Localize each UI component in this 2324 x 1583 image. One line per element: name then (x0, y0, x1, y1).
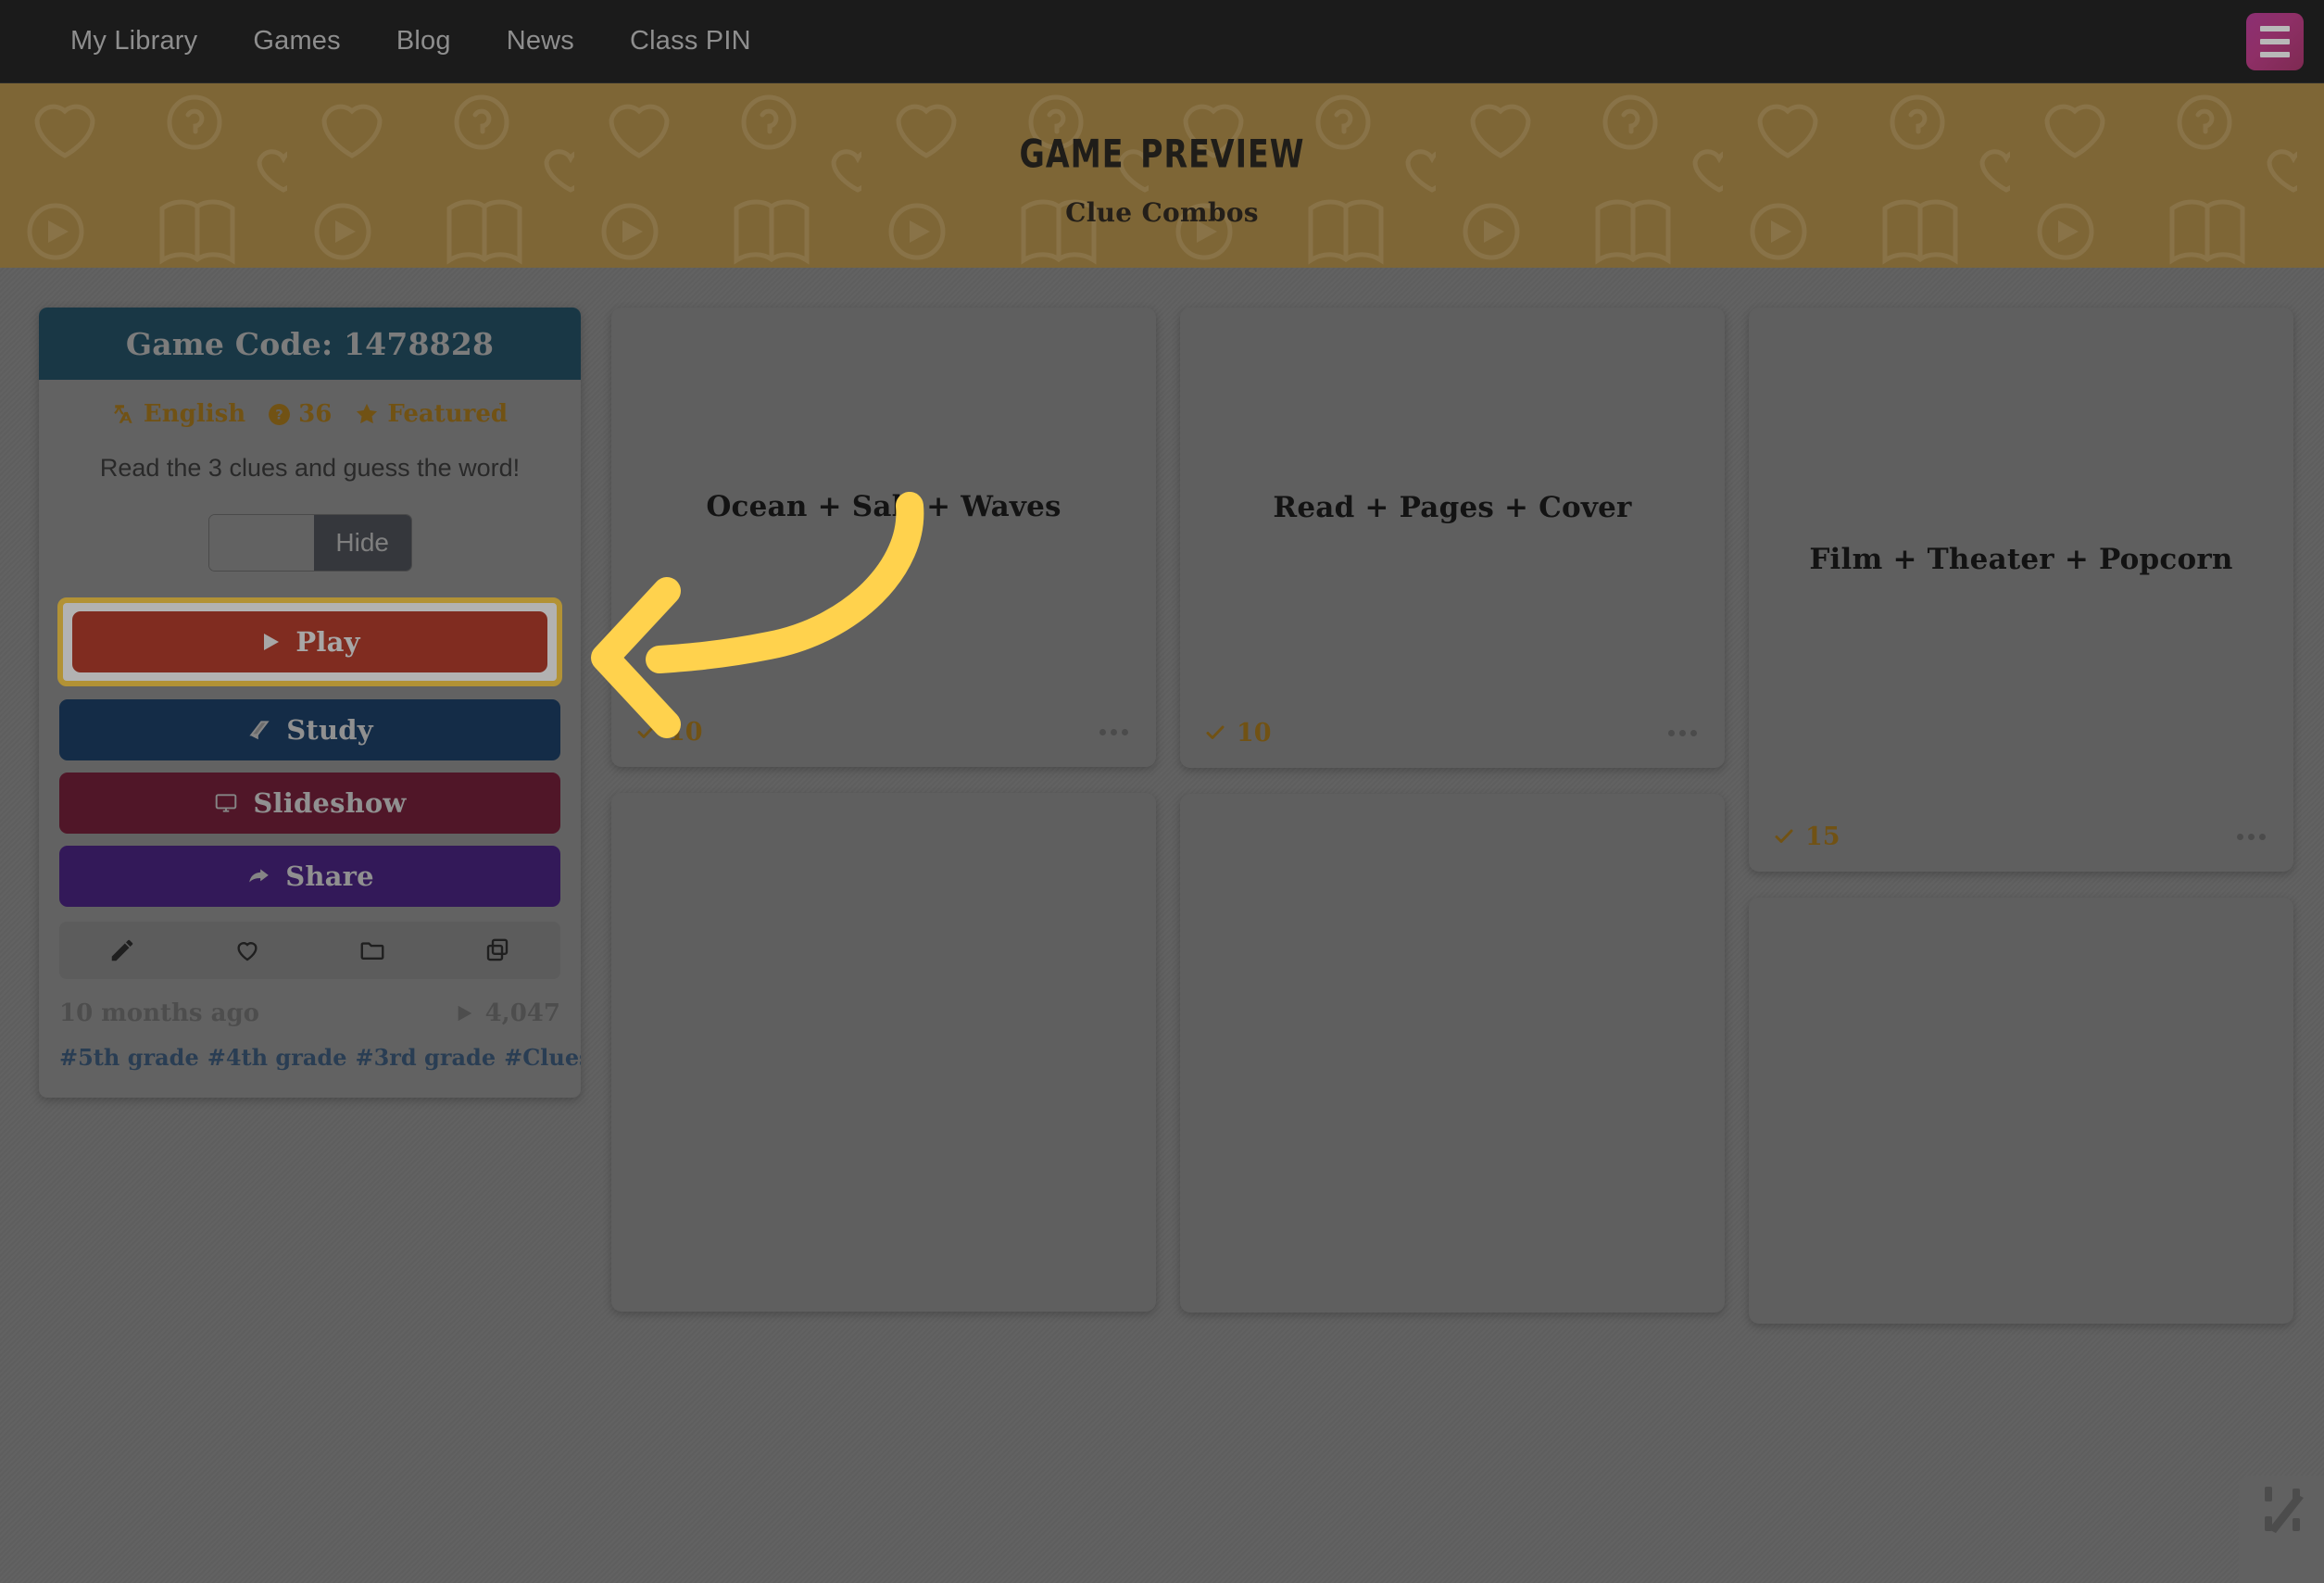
share-arrow-icon (245, 864, 271, 888)
game-stats-row: 10 months ago 4,047 (59, 999, 560, 1027)
folder-icon[interactable] (310, 936, 435, 964)
book-icon (246, 718, 272, 742)
game-card-title: Read + Pages + Cover (1273, 490, 1632, 524)
game-code-header: Game Code: 1478828 (39, 308, 581, 380)
star-icon (354, 401, 380, 427)
top-navigation-bar: My Library Games Blog News Class PIN (0, 0, 2324, 83)
partial-card-corner[interactable] (2239, 1476, 2324, 1583)
play-icon (259, 630, 282, 654)
game-card-title (611, 793, 1156, 1312)
nav-link-blog[interactable]: Blog (369, 26, 479, 57)
question-count-meta: ? 36 (268, 400, 332, 428)
plays-count: 4,047 (454, 999, 560, 1027)
game-card-count: 10 (1204, 719, 1272, 748)
game-card-count-value: 10 (1237, 718, 1272, 748)
copy-icon[interactable] (435, 936, 560, 964)
tag-item[interactable]: #3rd grade (355, 1044, 496, 1071)
nav-link-news[interactable]: News (479, 26, 602, 57)
language-label: English (143, 400, 246, 428)
game-card-title: Ocean + Salt + Waves (706, 490, 1062, 523)
page-title: Game Preview (1019, 116, 1305, 181)
game-description: Read the 3 clues and guess the word! (99, 454, 521, 482)
study-button[interactable]: Study (59, 699, 560, 760)
page-subtitle: Clue Combos (1065, 196, 1259, 228)
game-card-title (1180, 794, 1725, 1313)
quick-actions-row (59, 922, 560, 979)
game-card[interactable]: Ocean + Salt + Waves 10 (611, 308, 1156, 767)
tag-item[interactable]: #5th grade (59, 1044, 199, 1071)
toggle-track-off (208, 515, 314, 571)
tag-item[interactable]: #Clues (504, 1044, 581, 1071)
play-button[interactable]: Play (72, 611, 547, 672)
game-card[interactable] (611, 793, 1156, 1312)
question-circle-icon: ? (268, 403, 291, 426)
language-meta[interactable]: English (112, 400, 245, 428)
play-button-label: Play (295, 626, 360, 658)
updated-timestamp: 10 months ago (59, 999, 259, 1027)
game-card[interactable]: Film + Theater + Popcorn 15 (1749, 308, 2293, 872)
game-card-count: 15 (1773, 823, 1840, 851)
game-code-label: Game Code: 1478828 (125, 325, 495, 362)
game-card[interactable]: Read + Pages + Cover 10 (1180, 308, 1725, 768)
grid-column: Ocean + Salt + Waves 10 (611, 308, 1156, 1338)
hide-toggle[interactable]: Hide (207, 514, 412, 572)
game-card-count-value: 10 (668, 717, 703, 747)
slideshow-button-label: Slideshow (253, 787, 407, 819)
language-icon (112, 402, 136, 426)
game-card-count: 10 (635, 718, 703, 747)
ellipsis-icon[interactable] (1096, 720, 1132, 745)
share-button[interactable]: Share (59, 846, 560, 907)
check-icon (635, 721, 658, 743)
partial-icon (2265, 1487, 2304, 1533)
monitor-icon (213, 791, 239, 815)
svg-text:?: ? (275, 407, 283, 422)
check-icon (1773, 825, 1795, 848)
tag-item[interactable]: #4th grade (207, 1044, 347, 1071)
slideshow-button[interactable]: Slideshow (59, 773, 560, 834)
nav-link-games[interactable]: Games (225, 26, 368, 57)
game-card-title: Film + Theater + Popcorn (1809, 542, 2233, 576)
study-button-label: Study (286, 714, 373, 746)
plays-count-value: 4,047 (484, 999, 560, 1027)
game-card-count-value: 15 (1805, 822, 1840, 851)
featured-meta: Featured (354, 400, 508, 428)
ellipsis-icon[interactable] (2233, 824, 2269, 849)
heart-icon[interactable] (184, 936, 309, 964)
nav-link-my-library[interactable]: My Library (43, 26, 225, 57)
game-info-card: Game Code: 1478828 English ? 36 Featured (39, 308, 581, 1099)
game-card-title (1749, 898, 2293, 1324)
hamburger-menu-icon[interactable] (2246, 13, 2304, 70)
nav-links: My Library Games Blog News Class PIN (0, 26, 779, 57)
share-button-label: Share (285, 861, 374, 892)
nav-link-class-pin[interactable]: Class PIN (602, 26, 779, 57)
hamburger-bar (2260, 39, 2290, 44)
play-button-highlight: Play (57, 597, 562, 686)
pencil-icon[interactable] (59, 936, 184, 964)
ellipsis-icon[interactable] (1664, 721, 1701, 746)
check-icon (1204, 722, 1226, 744)
question-count-label: 36 (298, 400, 333, 428)
tag-list: #5th grade#4th grade#3rd grade#Clues#6th… (59, 1042, 581, 1098)
toggle-label-hide: Hide (313, 515, 411, 571)
hamburger-bar (2260, 52, 2290, 57)
hamburger-bar (2260, 26, 2290, 31)
grid-column: Read + Pages + Cover 10 (1180, 308, 1725, 1338)
featured-label: Featured (387, 400, 509, 428)
page-banner: Game Preview Clue Combos (0, 83, 2324, 268)
game-card[interactable] (1749, 898, 2293, 1324)
game-card[interactable] (1180, 794, 1725, 1313)
play-triangle-icon (454, 1003, 474, 1024)
grid-column: Film + Theater + Popcorn 15 (1749, 308, 2293, 1350)
game-meta-row: English ? 36 Featured (59, 380, 560, 428)
